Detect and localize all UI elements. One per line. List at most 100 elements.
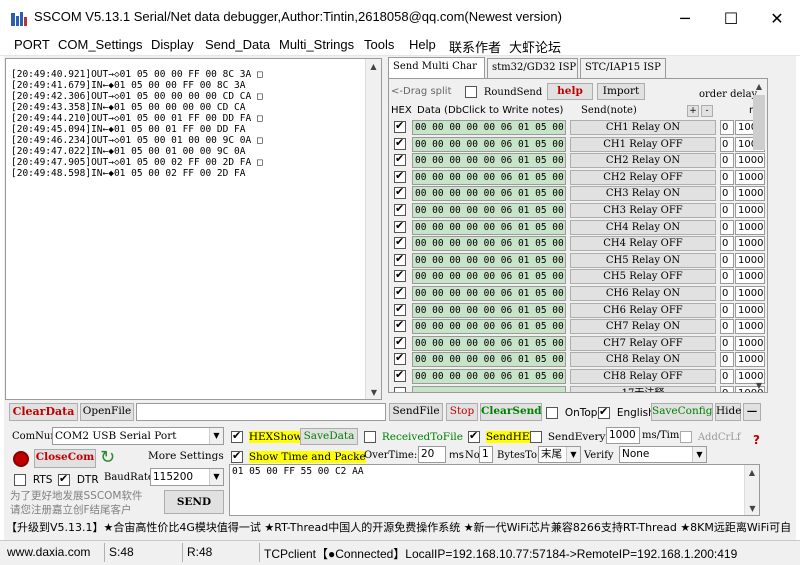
menu-multi-strings[interactable]: Multi_Strings bbox=[279, 37, 354, 52]
row-hex-checkbox[interactable] bbox=[394, 185, 406, 200]
scroll-up-icon[interactable]: ▲ bbox=[745, 465, 759, 479]
row-data-input[interactable]: 00 00 00 00 00 06 01 05 00 bbox=[412, 153, 566, 169]
scroll-down-icon[interactable]: ▼ bbox=[751, 378, 767, 392]
help-question-icon[interactable]: ? bbox=[753, 433, 760, 447]
menu-contact-author[interactable]: 联系作者 bbox=[449, 37, 501, 56]
clear-data-button[interactable]: ClearData bbox=[9, 403, 78, 421]
row-data-input[interactable]: 00 00 00 00 00 06 01 05 00 bbox=[412, 286, 566, 301]
receive-log[interactable]: [20:49:40.921]OUT→◇01 05 00 00 FF 00 8C … bbox=[5, 58, 382, 400]
row-order-input[interactable]: 0 bbox=[720, 385, 734, 392]
english-checkbox[interactable] bbox=[598, 405, 610, 419]
row-send-button[interactable]: CH6 Relay OFF bbox=[570, 302, 716, 318]
row-data-input[interactable]: 00 00 00 00 00 06 01 05 00 bbox=[412, 203, 566, 218]
round-send-checkbox[interactable] bbox=[465, 85, 477, 98]
news-ticker[interactable]: 【升级到V5.13.1】★合宙高性价比4G模块值得一试 ★RT-Thread中国… bbox=[6, 519, 796, 537]
menu-send-data[interactable]: Send_Data bbox=[205, 37, 270, 52]
stop-button[interactable]: Stop bbox=[446, 403, 478, 421]
row-hex-checkbox[interactable] bbox=[394, 136, 406, 150]
row-hex-checkbox[interactable] bbox=[394, 202, 406, 216]
remove-row-button[interactable]: - bbox=[701, 105, 713, 117]
scroll-down-icon[interactable]: ▼ bbox=[366, 385, 381, 399]
collapse-button[interactable]: — bbox=[743, 403, 761, 421]
row-order-input[interactable]: 0 bbox=[720, 286, 734, 301]
com-port-select[interactable]: COM2 USB Serial Port ▼ bbox=[52, 427, 224, 445]
row-data-input[interactable]: 00 00 00 00 00 06 01 05 00 bbox=[412, 169, 566, 185]
row-send-button[interactable]: CH5 Relay ON bbox=[570, 252, 716, 268]
row-hex-checkbox[interactable] bbox=[394, 235, 406, 250]
send-scrollbar[interactable]: ▲ ▼ bbox=[744, 465, 759, 515]
save-data-button[interactable]: SaveData bbox=[300, 428, 358, 445]
row-hex-checkbox[interactable] bbox=[394, 351, 406, 366]
row-order-input[interactable]: 0 bbox=[720, 369, 734, 384]
row-send-button[interactable]: CH5 Relay OFF bbox=[570, 269, 716, 285]
row-data-input[interactable]: 00 00 00 00 00 06 01 05 00 bbox=[412, 335, 566, 351]
row-order-input[interactable]: 0 bbox=[720, 335, 734, 351]
send-text-area[interactable]: 01 05 00 FF 55 00 C2 AA bbox=[229, 464, 760, 516]
row-hex-checkbox[interactable] bbox=[394, 302, 406, 316]
send-hex-checkbox[interactable] bbox=[468, 429, 480, 443]
row-order-input[interactable]: 0 bbox=[720, 169, 734, 185]
row-order-input[interactable]: 0 bbox=[720, 352, 734, 368]
row-send-button[interactable]: CH4 Relay ON bbox=[570, 219, 716, 235]
row-send-button[interactable]: CH4 Relay OFF bbox=[570, 236, 716, 252]
row-send-button[interactable]: CH3 Relay ON bbox=[570, 186, 716, 202]
menu-port[interactable]: PORT bbox=[14, 37, 50, 52]
dtr-checkbox[interactable] bbox=[58, 472, 70, 486]
import-button[interactable]: Import bbox=[597, 83, 645, 100]
row-send-button[interactable]: CH3 Relay OFF bbox=[570, 203, 716, 218]
scroll-up-icon[interactable]: ▲ bbox=[751, 79, 767, 93]
more-settings-link[interactable]: More Settings bbox=[148, 450, 224, 462]
log-scrollbar[interactable]: ▲ ▼ bbox=[365, 59, 381, 399]
tab-stc-isp[interactable]: STC/IAP15 ISP bbox=[580, 58, 666, 78]
row-hex-checkbox[interactable] bbox=[394, 318, 406, 333]
row-send-button[interactable]: 17无注释 bbox=[570, 385, 716, 392]
row-order-input[interactable]: 0 bbox=[720, 153, 734, 169]
row-hex-checkbox[interactable] bbox=[394, 252, 406, 266]
refresh-icon[interactable]: ↻ bbox=[100, 448, 115, 468]
send-every-input[interactable]: 1000 bbox=[606, 427, 640, 444]
row-data-input[interactable]: 00 00 00 00 00 06 01 05 00 bbox=[412, 302, 566, 318]
save-config-button[interactable]: SaveConfig bbox=[651, 403, 713, 421]
row-order-input[interactable]: 0 bbox=[720, 186, 734, 202]
add-row-button[interactable]: + bbox=[687, 105, 699, 117]
row-hex-checkbox[interactable] bbox=[394, 152, 406, 167]
add-crlf-checkbox[interactable] bbox=[680, 430, 692, 443]
row-send-button[interactable]: CH1 Relay ON bbox=[570, 120, 716, 135]
send-every-checkbox[interactable] bbox=[530, 430, 542, 443]
baud-rate-select[interactable]: 115200 ▼ bbox=[150, 468, 224, 486]
tab-stm32-isp[interactable]: stm32/GD32 ISP bbox=[487, 58, 578, 78]
row-order-input[interactable]: 0 bbox=[720, 269, 734, 285]
drag-split-label[interactable]: <-Drag split bbox=[391, 86, 452, 97]
row-send-button[interactable]: CH6 Relay ON bbox=[570, 286, 716, 301]
close-com-button[interactable]: CloseCom bbox=[34, 449, 96, 468]
row-data-input[interactable]: 00 00 00 00 00 06 01 05 00 bbox=[412, 352, 566, 368]
row-hex-checkbox[interactable] bbox=[394, 335, 406, 349]
row-data-input[interactable]: 00 00 00 00 00 06 01 05 00 bbox=[412, 319, 566, 335]
row-hex-checkbox[interactable] bbox=[394, 386, 406, 392]
received-to-file-checkbox[interactable] bbox=[364, 430, 376, 443]
row-hex-checkbox[interactable] bbox=[394, 169, 406, 183]
row-data-input[interactable]: 00 00 00 00 00 06 01 05 00 bbox=[412, 219, 566, 235]
row-send-button[interactable]: CH8 Relay OFF bbox=[570, 369, 716, 384]
row-hex-checkbox[interactable] bbox=[394, 285, 406, 299]
scroll-down-icon[interactable]: ▼ bbox=[745, 501, 760, 515]
maximize-button[interactable]: ☐ bbox=[708, 0, 754, 36]
menu-forum[interactable]: 大虾论坛 bbox=[509, 37, 561, 56]
verify-select[interactable]: None ▼ bbox=[619, 446, 707, 463]
menu-tools[interactable]: Tools bbox=[364, 37, 394, 52]
row-send-button[interactable]: CH7 Relay OFF bbox=[570, 335, 716, 351]
help-button[interactable]: help bbox=[547, 83, 593, 100]
row-send-button[interactable]: CH2 Relay OFF bbox=[570, 169, 716, 185]
row-data-input[interactable]: 00 00 00 00 00 06 01 05 00 bbox=[412, 252, 566, 268]
bytes-to-select[interactable]: 末尾 ▼ bbox=[538, 446, 581, 463]
send-file-button[interactable]: SendFile bbox=[389, 403, 443, 421]
open-file-button[interactable]: OpenFile bbox=[80, 403, 134, 421]
hex-show-checkbox[interactable] bbox=[231, 429, 243, 443]
row-data-input[interactable]: 00 00 00 00 00 06 01 05 00 bbox=[412, 369, 566, 384]
row-send-button[interactable]: CH1 Relay OFF bbox=[570, 136, 716, 152]
row-send-button[interactable]: CH8 Relay ON bbox=[570, 352, 716, 368]
row-hex-checkbox[interactable] bbox=[394, 268, 406, 283]
overtime-input[interactable]: 20 bbox=[418, 446, 446, 463]
close-button[interactable]: ✕ bbox=[754, 0, 800, 36]
row-order-input[interactable]: 0 bbox=[720, 319, 734, 335]
